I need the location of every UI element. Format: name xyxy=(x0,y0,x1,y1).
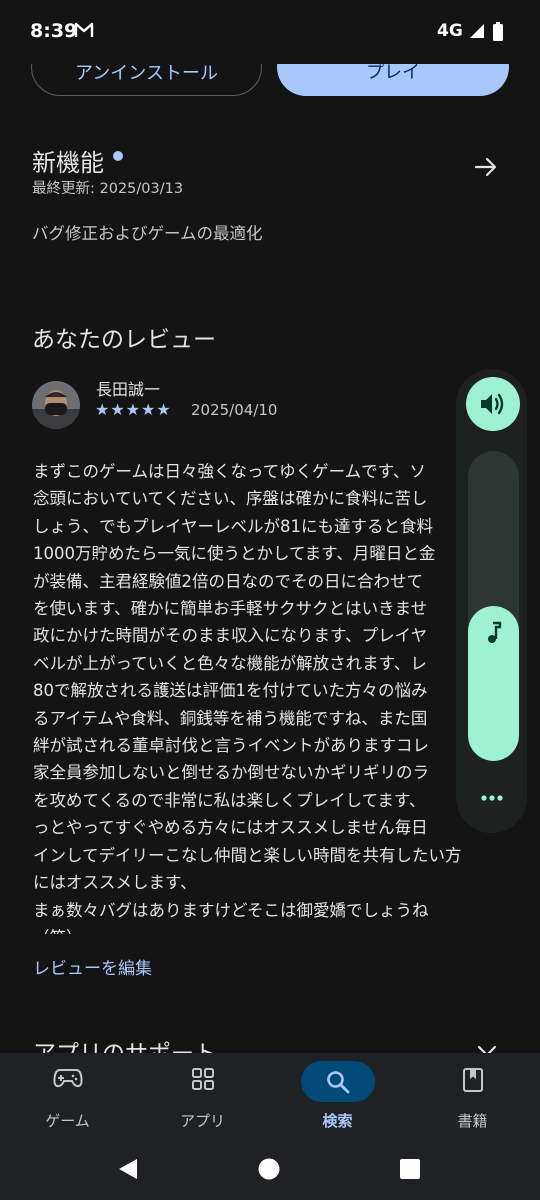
review-line: 政にかけた時間がそのまま収入になります、プレイヤ xyxy=(33,626,428,646)
nav-item-apps[interactable]: アプリ xyxy=(135,1053,270,1138)
status-bar: 8:39 4G xyxy=(0,0,540,64)
apps-icon xyxy=(191,1068,214,1090)
more-options-icon[interactable] xyxy=(480,794,504,802)
status-time: 8:39 xyxy=(30,20,78,42)
nav-item-games[interactable]: ゲーム xyxy=(0,1053,135,1138)
search-icon xyxy=(327,1071,350,1094)
music-note-icon xyxy=(488,621,502,643)
nav-label-search: 検索 xyxy=(322,1112,353,1130)
review-heading: あなたのレビュー xyxy=(32,327,216,353)
review-line: まずこのゲームは日々強くなってゆくゲームです、ソ xyxy=(33,462,426,481)
review-line: を攻めてくるので非常に私は楽しくプレイしてます、 xyxy=(33,790,426,810)
system-navigation-bar xyxy=(0,1138,540,1200)
review-line: るアイテムや食料、銅銭等を補う機能ですね、また国 xyxy=(33,708,428,728)
nav-active-indicator xyxy=(301,1061,375,1102)
star-rating: ★★★★★ xyxy=(95,400,172,419)
arrow-right-icon[interactable] xyxy=(473,154,499,180)
nav-label-apps: アプリ xyxy=(179,1112,225,1130)
edit-review-link[interactable]: レビューを編集 xyxy=(33,954,152,979)
network-type: 4G xyxy=(437,21,463,41)
back-icon[interactable] xyxy=(117,1158,139,1180)
review-line: しょう、でもプレイヤーレベルが81にも達すると食料 xyxy=(33,516,434,536)
review-line: が装備、主君経験値2倍の日なのでその日に合わせて xyxy=(33,571,423,591)
review-line: 80で解放される護送は評価1を付けていた方々の悩み xyxy=(33,681,428,701)
review-line: まぁ数々バグはありますけどそこは御愛嬌でしょうね xyxy=(33,900,429,920)
nav-label-games: ゲーム xyxy=(45,1112,90,1130)
book-icon xyxy=(462,1068,483,1092)
review-line: 1000万貯めたら一気に使うとかしてます、月曜日と金 xyxy=(33,544,436,564)
review-line: 絆が試される董卓討伐と言うイベントがありますコレ xyxy=(33,736,429,756)
review-date: 2025/04/10 xyxy=(191,401,278,419)
gamepad-icon xyxy=(52,1069,83,1088)
ringer-mode-button[interactable] xyxy=(466,377,520,431)
new-indicator-dot xyxy=(113,151,123,161)
last-updated: 最終更新: 2025/03/13 xyxy=(32,181,184,197)
review-line: 念頭においていてください、序盤は確かに食料に苦し xyxy=(33,489,428,509)
review-line: （笑） xyxy=(33,924,503,934)
review-line: 家全員参加しないと倒せるか倒せないかギリギリのラ xyxy=(33,763,429,783)
whats-new-body: バグ修正およびゲームの最適化 xyxy=(32,224,263,243)
volume-slider[interactable] xyxy=(468,451,519,761)
review-line: インしてデイリーこなし仲間と楽しい時間を共有したい方 xyxy=(33,845,462,865)
volume-up-icon xyxy=(481,393,504,415)
nav-label-books: 書籍 xyxy=(457,1112,488,1130)
review-line: を使います、確かに簡単お手軽サクサクとはいきませ xyxy=(33,599,428,619)
reviewer-name: 長田誠一 xyxy=(96,380,161,399)
signal-icon xyxy=(470,24,484,38)
nav-item-books[interactable]: 書籍 xyxy=(405,1053,540,1138)
review-line: にはオススメします、 xyxy=(33,873,197,893)
home-icon[interactable] xyxy=(258,1158,280,1180)
avatar xyxy=(32,381,80,429)
review-line: ベルが上がっていくと色々な機能が解放されます、レ xyxy=(33,653,427,673)
review-body: まずこのゲームは日々強くなってゆくゲームです、ソ 念頭においていてください、序盤… xyxy=(33,458,503,934)
battery-icon xyxy=(493,22,503,41)
whats-new-title: 新機能 xyxy=(32,149,104,177)
review-line: っとやってすぐやめる方々にはオススメしません毎日 xyxy=(33,818,428,838)
gmail-icon xyxy=(74,22,94,37)
recents-icon[interactable] xyxy=(400,1159,420,1179)
bottom-navigation: ゲーム アプリ 検索 書籍 xyxy=(0,1053,540,1138)
